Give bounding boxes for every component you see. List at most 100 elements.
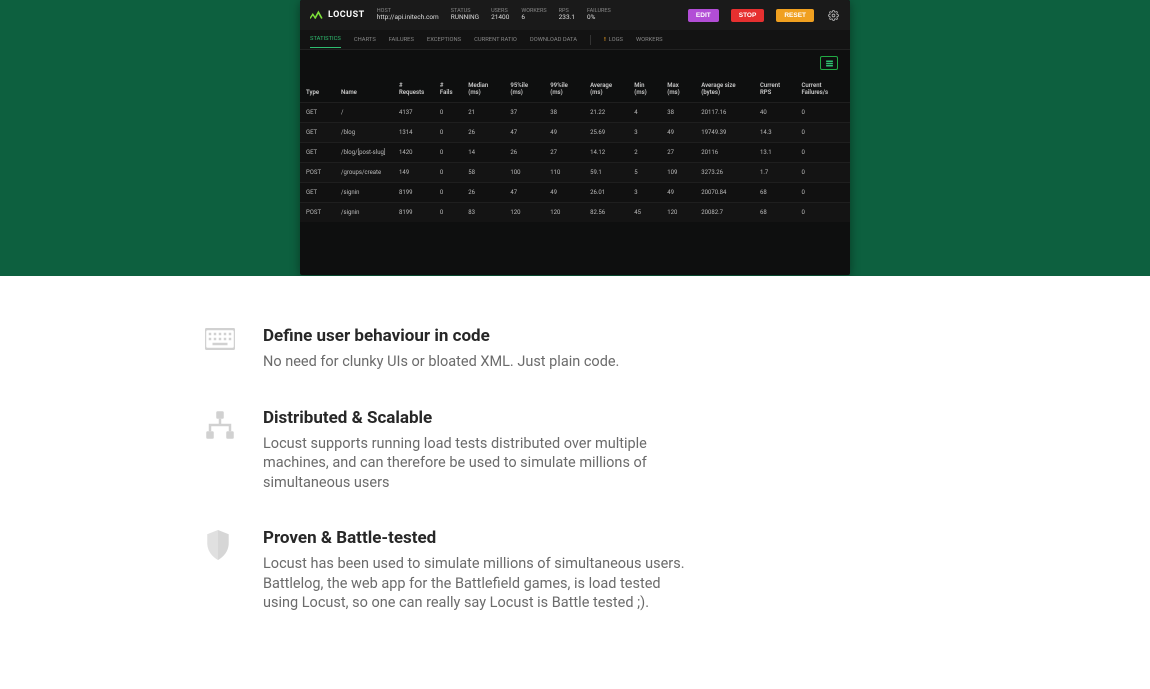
cell-requests: 8199 — [393, 203, 434, 223]
table-row[interactable]: GET/blog1314026474925.6934919749.3914.30 — [300, 123, 850, 143]
locust-logo: LOCUST — [310, 10, 365, 20]
feature-proven-title: Proven & Battle-tested — [263, 528, 693, 548]
tab-logs[interactable]: Logs — [604, 32, 623, 48]
tab-current-ratio[interactable]: Current Ratio — [474, 32, 517, 48]
cell-min: 3 — [628, 123, 661, 143]
cell-max: 109 — [661, 163, 695, 183]
cell-size: 3273.26 — [695, 163, 754, 183]
cell-avg: 82.56 — [584, 203, 628, 223]
stat-users: USERS 21400 — [491, 8, 509, 21]
stat-failures-value: 0% — [587, 14, 611, 21]
col-type[interactable]: Type — [300, 76, 335, 103]
cell-fails: 0 — [434, 163, 462, 183]
cell-cur_fails: 0 — [795, 143, 850, 163]
cell-fails: 0 — [434, 183, 462, 203]
feature-code: Define user behaviour in code No need fo… — [205, 326, 945, 372]
cell-fails: 0 — [434, 143, 462, 163]
cell-requests: 1314 — [393, 123, 434, 143]
tab-workers[interactable]: Workers — [636, 32, 663, 48]
cell-max: 38 — [661, 103, 695, 123]
col-p95[interactable]: 95%ile (ms) — [504, 76, 544, 103]
col-size[interactable]: Average size (bytes) — [695, 76, 754, 103]
cell-type: GET — [300, 183, 335, 203]
feature-distributed: Distributed & Scalable Locust supports r… — [205, 408, 945, 493]
keyboard-icon — [205, 328, 235, 358]
cell-type: GET — [300, 123, 335, 143]
features-section: Define user behaviour in code No need fo… — [165, 276, 985, 689]
cell-name: / — [335, 103, 393, 123]
stat-workers: WORKERS 6 — [521, 8, 546, 21]
shield-icon — [205, 530, 235, 560]
tab-charts[interactable]: Charts — [354, 32, 376, 48]
table-row[interactable]: GET/blog/[post-slug]1420014262714.122272… — [300, 143, 850, 163]
col-min[interactable]: Min (ms) — [628, 76, 661, 103]
col-fails[interactable]: # Fails — [434, 76, 462, 103]
table-row[interactable]: POST/signin819908312012082.564512020082.… — [300, 203, 850, 223]
feature-distributed-title: Distributed & Scalable — [263, 408, 693, 428]
cell-max: 49 — [661, 183, 695, 203]
col-median[interactable]: Median (ms) — [462, 76, 504, 103]
cell-p99: 27 — [544, 143, 584, 163]
col-requests[interactable]: # Requests — [393, 76, 434, 103]
settings-gear-icon[interactable] — [826, 8, 840, 22]
stop-button[interactable]: Stop — [731, 9, 765, 22]
col-cur-fails[interactable]: Current Failures/s — [795, 76, 850, 103]
feature-code-body: No need for clunky UIs or bloated XML. J… — [263, 352, 619, 372]
locust-logo-icon — [310, 10, 324, 20]
cell-avg: 21.22 — [584, 103, 628, 123]
col-avg[interactable]: Average (ms) — [584, 76, 628, 103]
cell-p95: 120 — [504, 203, 544, 223]
cell-p99: 38 — [544, 103, 584, 123]
cell-cur_rps: 13.1 — [754, 143, 795, 163]
tab-exceptions[interactable]: Exceptions — [427, 32, 461, 48]
table-row[interactable]: POST/groups/create14905810011059.1510932… — [300, 163, 850, 183]
cell-p95: 37 — [504, 103, 544, 123]
download-table-button[interactable] — [820, 56, 838, 70]
col-cur-rps[interactable]: Current RPS — [754, 76, 795, 103]
stat-rps: RPS 233.1 — [559, 8, 575, 21]
cell-min: 45 — [628, 203, 661, 223]
table-row[interactable]: GET/4137021373821.2243820117.16400 — [300, 103, 850, 123]
cell-size: 20070.84 — [695, 183, 754, 203]
tab-download-data[interactable]: Download Data — [530, 32, 577, 48]
cell-cur_fails: 0 — [795, 123, 850, 143]
cell-avg: 59.1 — [584, 163, 628, 183]
cell-median: 26 — [462, 123, 504, 143]
cell-name: /groups/create — [335, 163, 393, 183]
cell-cur_rps: 1.7 — [754, 163, 795, 183]
cell-median: 58 — [462, 163, 504, 183]
cell-size: 20082.7 — [695, 203, 754, 223]
cell-cur_rps: 14.3 — [754, 123, 795, 143]
col-name[interactable]: Name — [335, 76, 393, 103]
cell-size: 19749.39 — [695, 123, 754, 143]
cell-name: /blog/[post-slug] — [335, 143, 393, 163]
cell-requests: 4137 — [393, 103, 434, 123]
reset-button[interactable]: Reset — [776, 9, 814, 22]
cell-fails: 0 — [434, 103, 462, 123]
table-body: GET/4137021373821.2243820117.16400GET/bl… — [300, 103, 850, 223]
tab-statistics[interactable]: Statistics — [310, 31, 341, 48]
stat-host-value: http://api.initech.com — [377, 14, 439, 21]
cell-p99: 120 — [544, 203, 584, 223]
cell-requests: 149 — [393, 163, 434, 183]
feature-distributed-body: Locust supports running load tests distr… — [263, 434, 693, 493]
tab-divider — [590, 35, 591, 45]
col-max[interactable]: Max (ms) — [661, 76, 695, 103]
cell-cur_fails: 0 — [795, 103, 850, 123]
stat-users-value: 21400 — [491, 14, 509, 21]
stat-failures: FAILURES 0% — [587, 8, 611, 21]
cell-type: GET — [300, 143, 335, 163]
table-row[interactable]: GET/signin8199026474926.0134920070.84680 — [300, 183, 850, 203]
tab-failures[interactable]: Failures — [389, 32, 414, 48]
app-header: LOCUST HOST http://api.initech.com STATU… — [300, 0, 850, 30]
edit-button[interactable]: Edit — [688, 9, 719, 22]
hero-banner: LOCUST HOST http://api.initech.com STATU… — [0, 0, 1150, 276]
brand-text: LOCUST — [328, 10, 365, 20]
feature-proven: Proven & Battle-tested Locust has been u… — [205, 528, 945, 613]
cell-median: 83 — [462, 203, 504, 223]
cell-p95: 26 — [504, 143, 544, 163]
col-p99[interactable]: 99%ile (ms) — [544, 76, 584, 103]
stat-status-value: RUNNING — [451, 14, 479, 21]
cell-avg: 26.01 — [584, 183, 628, 203]
cell-cur_fails: 0 — [795, 203, 850, 223]
